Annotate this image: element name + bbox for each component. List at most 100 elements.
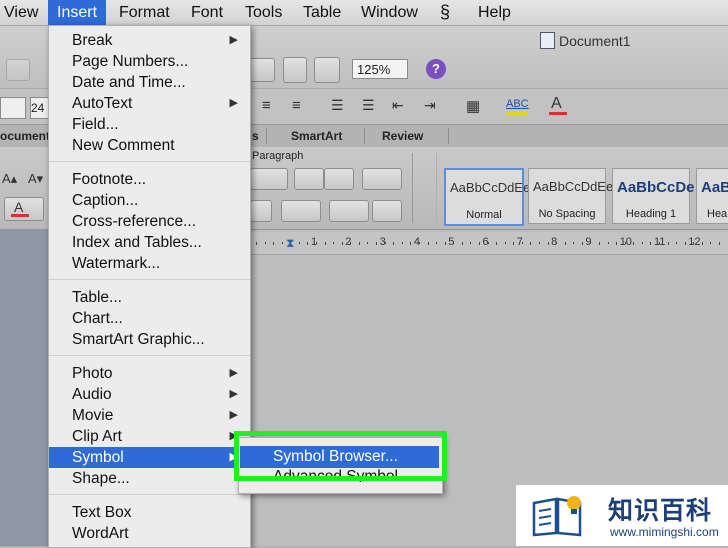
tab-separator	[448, 128, 449, 144]
ruler-tick	[504, 242, 506, 244]
ruler-tick	[633, 242, 635, 245]
indent-button[interactable]	[324, 168, 354, 190]
group-divider	[436, 153, 437, 223]
menu-item-label: SmartArt Graphic...	[72, 331, 205, 348]
menu-separator	[49, 161, 250, 162]
text-color-button[interactable]: A	[4, 197, 44, 221]
menu-item-wordart[interactable]: WordArt	[49, 523, 250, 544]
grow-font-icon[interactable]: A▴	[2, 171, 17, 187]
ruler-tick	[650, 242, 652, 245]
align-right-icon[interactable]: ≡	[262, 97, 271, 114]
help-icon[interactable]: ?	[426, 59, 446, 79]
shrink-font-icon[interactable]: A▾	[28, 171, 43, 187]
menu-window[interactable]: Window	[361, 0, 418, 25]
menu-item-index-tables[interactable]: Index and Tables...	[49, 232, 250, 253]
menu-help[interactable]: Help	[478, 0, 511, 25]
script-menu-icon[interactable]: §	[440, 0, 450, 25]
increase-indent-icon[interactable]: ⇥	[424, 97, 436, 114]
tab-charts[interactable]: s	[252, 125, 259, 147]
menu-separator	[49, 279, 250, 280]
menu-format[interactable]: Format	[119, 0, 170, 25]
menu-item-photo[interactable]: Photo ▶	[49, 363, 250, 384]
zoom-select[interactable]: 125%	[352, 59, 408, 79]
line-spacing-button[interactable]	[281, 200, 321, 222]
menu-item-new-comment[interactable]: New Comment	[49, 135, 250, 156]
columns-button[interactable]	[362, 168, 402, 190]
ruler-tick	[607, 242, 609, 244]
ruler-number: 3	[379, 236, 386, 248]
outdent-button[interactable]	[294, 168, 324, 190]
menu-item-movie[interactable]: Movie ▶	[49, 405, 250, 426]
tab-smartart[interactable]: SmartArt	[291, 125, 342, 147]
menu-item-label: Clip Art	[72, 428, 122, 445]
ruler-tick	[667, 242, 669, 245]
tab-separator	[364, 128, 365, 144]
ruler-tick	[616, 242, 618, 245]
menu-font[interactable]: Font	[191, 0, 223, 25]
decrease-indent-icon[interactable]: ⇤	[392, 97, 404, 114]
menu-insert[interactable]: Insert	[48, 0, 107, 25]
menu-item-label: Photo	[72, 365, 113, 382]
font-size-select[interactable]: 24	[30, 97, 50, 119]
justify-icon[interactable]: ≡	[292, 97, 301, 114]
insert-table-button[interactable]	[283, 57, 307, 83]
shading-button[interactable]	[329, 200, 369, 222]
style-name: Normal	[466, 209, 502, 221]
menu-item-text-box[interactable]: Text Box	[49, 502, 250, 523]
menu-item-caption[interactable]: Caption...	[49, 190, 250, 211]
menu-item-chart[interactable]: Chart...	[49, 308, 250, 329]
menu-item-date-time[interactable]: Date and Time...	[49, 72, 250, 93]
menu-table[interactable]: Table	[303, 0, 341, 25]
menu-item-page-numbers[interactable]: Page Numbers...	[49, 51, 250, 72]
menu-item-label: AutoText	[72, 95, 133, 112]
sort-button[interactable]	[372, 200, 402, 222]
ruler-tick	[461, 242, 463, 245]
style-no-spacing[interactable]: AaBbCcDdEe No Spacing	[528, 168, 613, 224]
align-button[interactable]	[250, 200, 272, 222]
menu-item-symbol[interactable]: Symbol ▶	[49, 447, 250, 468]
ruler-tick	[333, 242, 335, 244]
ruler-number: 10	[619, 236, 632, 248]
style-sample: AaBbCcDdEe	[533, 179, 614, 194]
copy-button[interactable]	[6, 59, 30, 81]
menu-item-audio[interactable]: Audio ▶	[49, 384, 250, 405]
ruler-tick	[513, 242, 515, 245]
media-browser-button[interactable]	[314, 57, 340, 83]
insert-menu: Break ▶ Page Numbers... Date and Time... …	[48, 25, 251, 548]
tab-review[interactable]: Review	[382, 125, 423, 147]
submenu-arrow-icon: ▶	[229, 409, 238, 421]
highlight-icon[interactable]: ABC	[506, 98, 529, 110]
menu-item-cross-reference[interactable]: Cross-reference...	[49, 211, 250, 232]
numbered-list-icon[interactable]: ☰	[331, 97, 344, 114]
menu-view[interactable]: View	[4, 0, 38, 25]
menu-item-label: WordArt	[72, 525, 129, 542]
watermark-logo: 知识百科 www.mimingshi.com	[516, 485, 728, 546]
view-dropdown[interactable]	[249, 58, 275, 82]
book-lightbulb-icon	[532, 496, 582, 537]
style-normal[interactable]: AaBbCcDdEe Normal	[444, 168, 530, 226]
menu-item-autotext[interactable]: AutoText ▶	[49, 93, 250, 114]
menu-item-field[interactable]: Field...	[49, 114, 250, 135]
menu-item-clip-art[interactable]: Clip Art ▶	[49, 426, 250, 447]
ruler-tick	[470, 242, 472, 244]
bullets-button[interactable]	[250, 168, 288, 190]
bulleted-list-icon[interactable]: ☰	[362, 97, 375, 114]
ruler-tick	[256, 242, 257, 245]
menu-tools[interactable]: Tools	[245, 0, 282, 25]
style-heading-1[interactable]: AaBbCcDe Heading 1	[612, 168, 695, 224]
menu-item-footnote[interactable]: Footnote...	[49, 169, 250, 190]
borders-icon[interactable]: ▦	[466, 97, 480, 115]
font-name-select[interactable]	[0, 97, 26, 119]
menu-item-smartart[interactable]: SmartArt Graphic...	[49, 329, 250, 350]
menu-item-watermark[interactable]: Watermark...	[49, 253, 250, 274]
ruler-tick	[701, 242, 703, 245]
style-heading-2[interactable]: AaBb Hea	[696, 168, 728, 224]
submenu-arrow-icon: ▶	[229, 388, 238, 400]
font-color-icon[interactable]: A	[551, 95, 562, 113]
ruler-tick	[581, 242, 583, 245]
submenu-arrow-icon: ▶	[229, 34, 238, 46]
menu-item-shape[interactable]: Shape...	[49, 468, 250, 489]
tab-document-elements[interactable]: ocument	[0, 125, 50, 147]
menu-item-break[interactable]: Break ▶	[49, 30, 250, 51]
menu-item-table[interactable]: Table...	[49, 287, 250, 308]
